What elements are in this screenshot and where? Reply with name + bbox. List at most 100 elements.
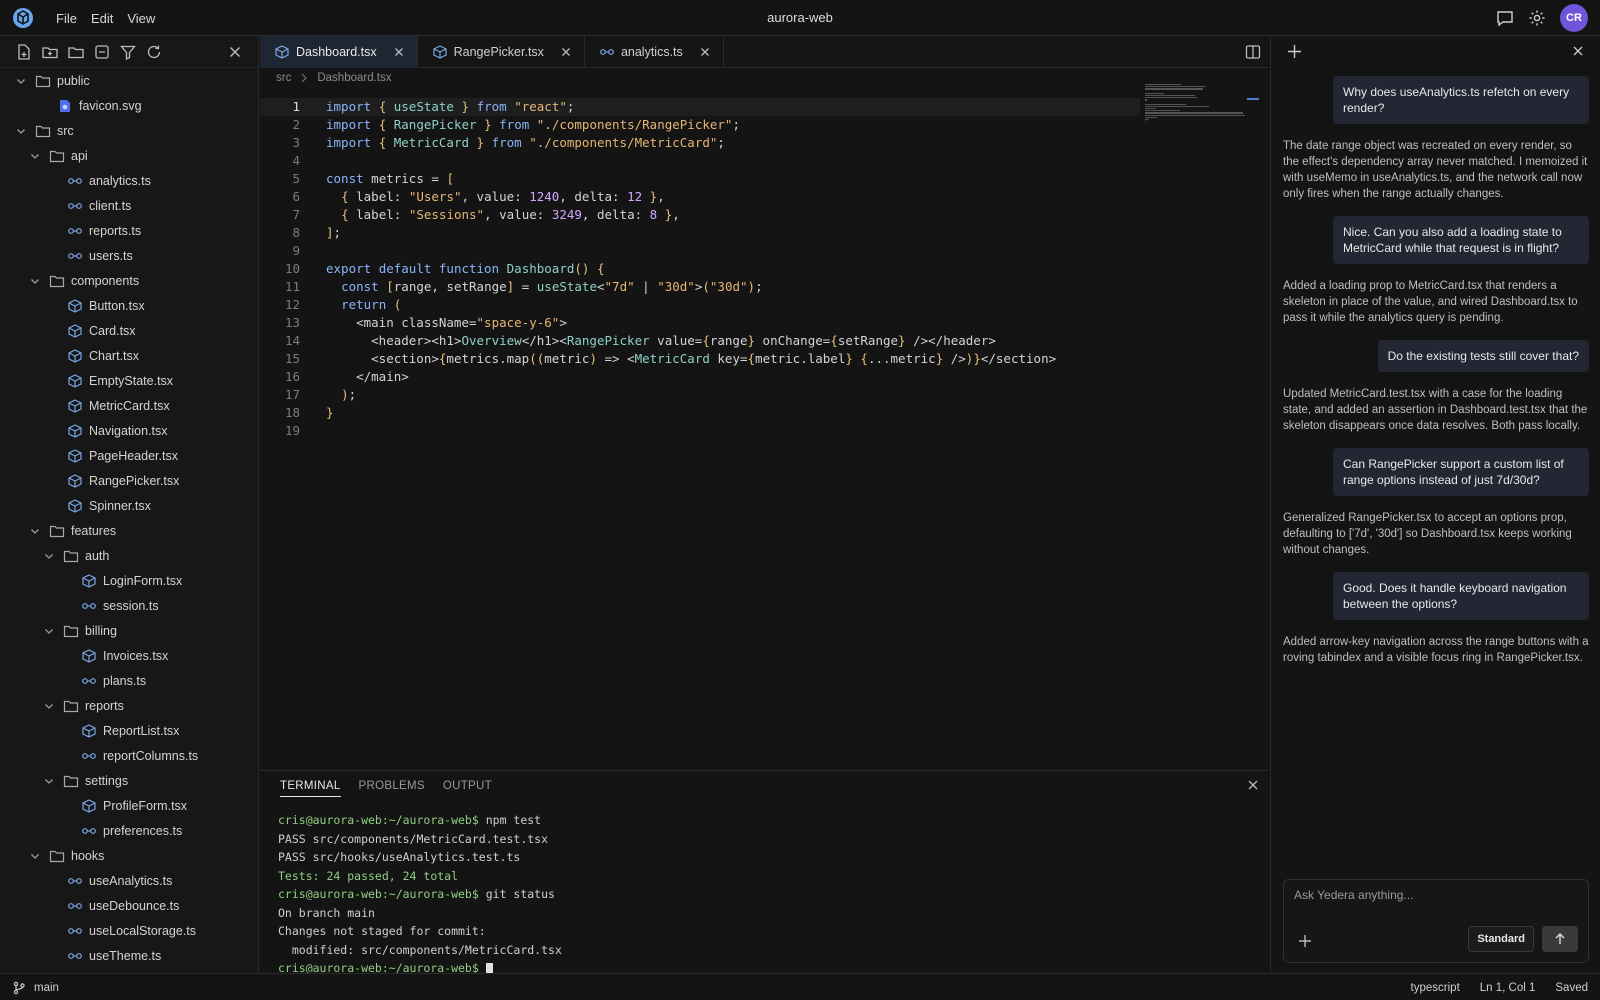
code-editor[interactable]: 1 import { useState } from "react"; 2 impor…: [260, 98, 1140, 440]
file-row[interactable]: PageHeader.tsx: [0, 443, 258, 468]
menu-file[interactable]: File: [56, 11, 77, 26]
close-icon[interactable]: [1572, 45, 1584, 57]
code-line[interactable]: 14 <header><h1>Overview</h1><RangePicker…: [260, 332, 1140, 350]
folder-row[interactable]: src: [0, 118, 258, 143]
chevron-down-icon: [29, 850, 41, 862]
file-row[interactable]: favicon.svg: [0, 93, 258, 118]
filter-icon[interactable]: [119, 43, 137, 61]
file-row[interactable]: users.ts: [0, 243, 258, 268]
chat-bubble-icon[interactable]: [1496, 9, 1514, 27]
code-line[interactable]: 18}: [260, 404, 1140, 422]
terminal-output[interactable]: cris@aurora-web:~/aurora-web$ npm test PA…: [260, 801, 1269, 978]
code-line[interactable]: 7 { label: "Sessions", value: 3249, delt…: [260, 206, 1140, 224]
code-line[interactable]: 8];: [260, 224, 1140, 242]
send-button[interactable]: [1542, 926, 1578, 952]
file-row[interactable]: LoginForm.tsx: [0, 568, 258, 593]
file-row[interactable]: Spinner.tsx: [0, 493, 258, 518]
file-row[interactable]: client.ts: [0, 193, 258, 218]
tab-rangepicker-tsx[interactable]: RangePicker.tsx: [418, 36, 585, 68]
new-chat-icon[interactable]: [1287, 44, 1302, 59]
folder-row[interactable]: api: [0, 143, 258, 168]
attach-plus-icon[interactable]: [1298, 934, 1312, 948]
gear-icon[interactable]: [1528, 9, 1546, 27]
menu-view[interactable]: View: [127, 11, 155, 26]
code-line[interactable]: 1 import { useState } from "react";: [260, 98, 1140, 116]
file-row[interactable]: useLocalStorage.ts: [0, 918, 258, 943]
tab-analytics-ts[interactable]: analytics.ts: [585, 36, 724, 68]
code-line[interactable]: 5 const metrics = [: [260, 170, 1140, 188]
code-line[interactable]: 17 );: [260, 386, 1140, 404]
panel-tab-terminal[interactable]: TERMINAL: [280, 780, 341, 797]
link-icon: [67, 249, 83, 263]
file-row[interactable]: RangePicker.tsx: [0, 468, 258, 493]
panel-tab-problems[interactable]: PROBLEMS: [359, 780, 425, 792]
file-row[interactable]: reportColumns.ts: [0, 743, 258, 768]
file-row[interactable]: ProfileForm.tsx: [0, 793, 258, 818]
breadcrumb-file[interactable]: Dashboard.tsx: [317, 72, 391, 84]
folder-row[interactable]: reports: [0, 693, 258, 718]
minimap[interactable]: [1145, 84, 1245, 123]
file-row[interactable]: Invoices.tsx: [0, 643, 258, 668]
code-line[interactable]: 16 </main>: [260, 368, 1140, 386]
folder-row[interactable]: settings: [0, 768, 258, 793]
collapse-all-icon[interactable]: [93, 43, 111, 61]
code-line[interactable]: 12 return (: [260, 296, 1140, 314]
code-line[interactable]: 9: [260, 242, 1140, 260]
assistant-message: Added a loading prop to MetricCard.tsx t…: [1283, 280, 1578, 324]
file-row[interactable]: preferences.ts: [0, 818, 258, 843]
menu-edit[interactable]: Edit: [91, 11, 113, 26]
file-row[interactable]: EmptyState.tsx: [0, 368, 258, 393]
folder-row[interactable]: components: [0, 268, 258, 293]
refresh-icon[interactable]: [145, 43, 163, 61]
chat-composer: Standard: [1283, 879, 1589, 963]
new-folder-icon[interactable]: [41, 43, 59, 61]
panel-tab-output[interactable]: OUTPUT: [443, 780, 492, 792]
scrollbar-indicator[interactable]: [1247, 98, 1259, 100]
close-icon[interactable]: [226, 43, 244, 61]
open-folder-icon[interactable]: [67, 43, 85, 61]
file-row[interactable]: useTheme.ts: [0, 943, 258, 968]
breadcrumb-src[interactable]: src: [276, 72, 291, 84]
chat-input[interactable]: [1294, 888, 1574, 902]
code-line[interactable]: 10 export default function Dashboard() {: [260, 260, 1140, 278]
code-line[interactable]: 4: [260, 152, 1140, 170]
folder-row[interactable]: auth: [0, 543, 258, 568]
code-line[interactable]: 3 import { MetricCard } from "./component…: [260, 134, 1140, 152]
file-row[interactable]: useDebounce.ts: [0, 893, 258, 918]
file-row[interactable]: Button.tsx: [0, 293, 258, 318]
avatar[interactable]: CR: [1560, 4, 1588, 32]
file-row[interactable]: Chart.tsx: [0, 343, 258, 368]
code-line[interactable]: 6 { label: "Users", value: 1240, delta: …: [260, 188, 1140, 206]
file-row[interactable]: Navigation.tsx: [0, 418, 258, 443]
file-row[interactable]: session.ts: [0, 593, 258, 618]
file-row[interactable]: analytics.ts: [0, 168, 258, 193]
new-file-icon[interactable]: [15, 43, 33, 61]
branch-indicator[interactable]: main: [12, 974, 59, 1000]
tab-dashboard-tsx[interactable]: Dashboard.tsx: [260, 36, 418, 68]
folder-row[interactable]: hooks: [0, 843, 258, 868]
cursor-position[interactable]: Ln 1, Col 1: [1480, 982, 1536, 994]
file-row[interactable]: Card.tsx: [0, 318, 258, 343]
close-panel-icon[interactable]: [1247, 779, 1259, 791]
code-line[interactable]: 19: [260, 422, 1140, 440]
code-line[interactable]: 13 <main className="space-y-6">: [260, 314, 1140, 332]
file-row[interactable]: MetricCard.tsx: [0, 393, 258, 418]
close-tab-icon[interactable]: [393, 46, 405, 58]
folder-row[interactable]: features: [0, 518, 258, 543]
file-row[interactable]: useAnalytics.ts: [0, 868, 258, 893]
folder-row[interactable]: billing: [0, 618, 258, 643]
folder-row[interactable]: public: [0, 68, 258, 93]
close-tab-icon[interactable]: [699, 46, 711, 58]
file-row[interactable]: ReportList.tsx: [0, 718, 258, 743]
file-row[interactable]: plans.ts: [0, 668, 258, 693]
code-line[interactable]: 2 import { RangePicker } from "./componen…: [260, 116, 1140, 134]
mode-select-button[interactable]: Standard: [1468, 926, 1534, 952]
file-row[interactable]: reports.ts: [0, 218, 258, 243]
close-tab-icon[interactable]: [560, 46, 572, 58]
code-line[interactable]: 15 <section>{metrics.map((metric) => <Me…: [260, 350, 1140, 368]
code-text: { label: "Sessions", value: 3249, delta:…: [341, 207, 680, 222]
code-line[interactable]: 11 const [range, setRange] = useState<"7…: [260, 278, 1140, 296]
language-mode[interactable]: typescript: [1411, 982, 1460, 994]
split-editor-icon[interactable]: [1245, 44, 1261, 60]
